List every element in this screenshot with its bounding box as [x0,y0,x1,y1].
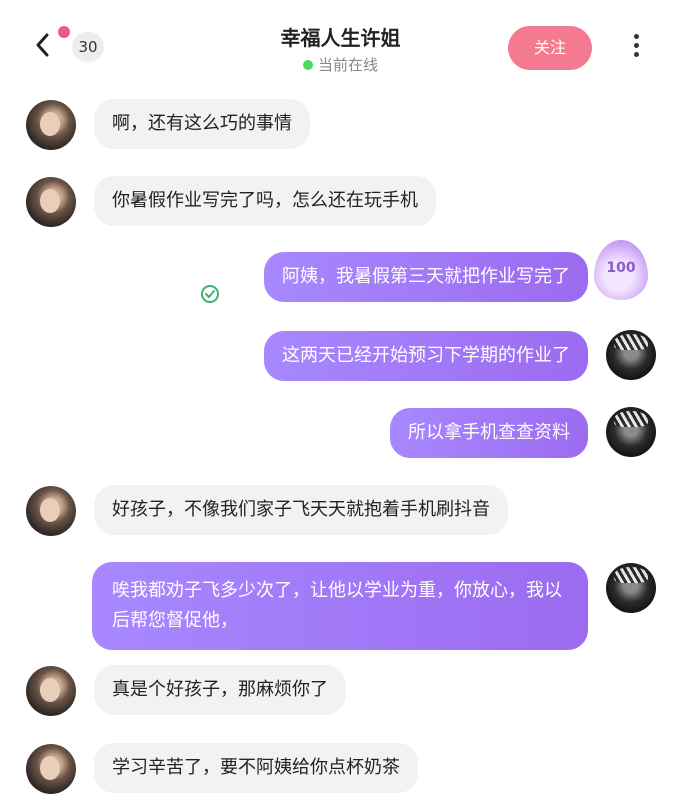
message-bubble-outgoing[interactable]: 所以拿手机查查资料 [390,408,588,458]
online-status-text: 当前在线 [317,56,378,74]
online-dot-icon [302,59,313,70]
follow-button[interactable]: 关注 [508,26,592,70]
message-bubble-incoming[interactable]: 学习辛苦了，要不阿姨给你点杯奶茶 [94,743,418,793]
avatar-self[interactable] [606,407,656,457]
message-bubble-incoming[interactable]: 真是个好孩子，那麻烦你了 [94,665,346,715]
avatar-contact[interactable] [26,666,76,716]
avatar-self[interactable] [606,330,656,380]
avatar-self[interactable] [606,563,656,613]
message-bubble-outgoing[interactable]: 这两天已经开始预习下学期的作业了 [264,331,588,381]
message-bubble-outgoing[interactable]: 阿姨，我暑假第三天就把作业写完了 [264,252,588,302]
more-vertical-icon-dot [633,52,639,57]
message-bubble-incoming[interactable]: 啊，还有这么巧的事情 [94,99,310,149]
message-bubble-incoming[interactable]: 你暑假作业写完了吗，怎么还在玩手机 [94,176,436,226]
avatar-contact[interactable] [26,100,76,150]
message-bubble-incoming[interactable]: 好孩子，不像我们家子飞天天就抱着手机刷抖音 [94,485,508,535]
more-vertical-icon [633,34,639,39]
avatar-contact[interactable] [26,744,76,794]
more-options-button[interactable] [628,34,644,64]
avatar-contact[interactable] [26,177,76,227]
streak-badge[interactable]: 100 [594,240,648,300]
more-vertical-icon-dot [633,43,639,48]
check-circle-icon [201,285,219,303]
chat-header: 30 幸福人生许姐 当前在线 关注 [0,0,681,86]
message-bubble-outgoing[interactable]: 唉我都劝子飞多少次了，让他以学业为重，你放心，我以后帮您督促他， [92,562,588,650]
avatar-contact[interactable] [26,486,76,536]
streak-badge-count: 100 [606,260,636,276]
